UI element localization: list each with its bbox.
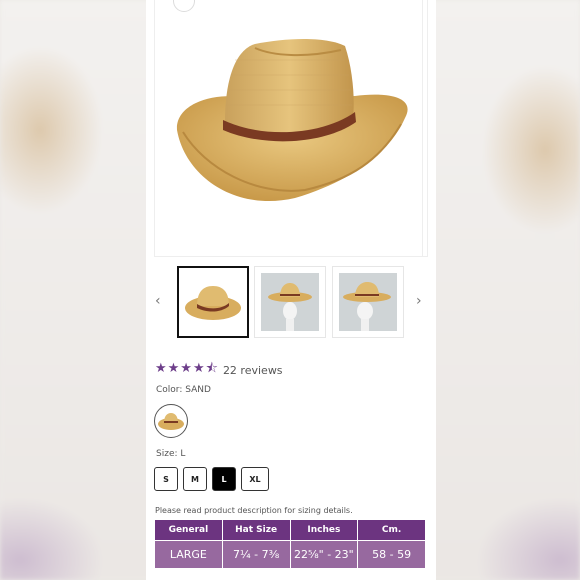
mannequin-hat-icon [261,273,319,331]
thumbnail-hat-mannequin-side[interactable] [332,266,404,338]
table-header: General [154,519,223,541]
next-image-edge [422,0,431,256]
table-header: Inches [289,519,359,541]
table-header: Cm. [357,519,426,541]
table-cell: 22⅝" - 23" [289,539,359,570]
review-count-link[interactable]: 22 reviews [223,364,283,377]
chevron-left-icon[interactable]: ‹ [155,294,161,308]
chevron-right-icon[interactable]: › [416,294,422,308]
size-option-xl[interactable]: XL [241,467,269,491]
size-option-l[interactable]: L [212,467,236,491]
thumbnail-hat-front[interactable] [177,266,249,338]
size-option-m[interactable]: M [183,467,207,491]
thumbnail-gallery: ‹ › [146,266,436,342]
size-label: Size: L [156,449,186,459]
table-header: Hat Size [221,519,291,541]
table-header-row: General Hat Size Inches Cm. [154,519,426,541]
main-product-image[interactable] [154,0,428,257]
color-label: Color: SAND [156,385,211,395]
thumbnail-hat-mannequin-front[interactable] [254,266,326,338]
sizing-table: General Hat Size Inches Cm. LARGE 7¼ - 7… [154,519,426,570]
straw-hat-image [176,39,408,202]
size-option-s[interactable]: S [154,467,178,491]
product-rating[interactable]: ★★★★⯪ 22 reviews [155,359,283,381]
product-page: ‹ › ★★★★⯪ 22 reviews Color: SAND Size: L… [146,0,436,580]
sizing-note: Please read product description for sizi… [155,506,353,515]
star-rating-icon: ★★★★⯪ [155,361,219,376]
table-cell: LARGE [154,539,223,570]
hat-swatch-icon [158,413,184,430]
table-cell: 7¼ - 7⅜ [221,539,291,570]
table-cell: 58 - 59 [357,539,426,570]
hat-thumbnail-icon [185,286,241,320]
color-swatch-sand[interactable] [154,404,188,438]
size-selector: S M L XL [154,467,269,491]
mannequin-side-hat-icon [339,273,397,331]
table-row: LARGE 7¼ - 7⅜ 22⅝" - 23" 58 - 59 [154,539,426,570]
